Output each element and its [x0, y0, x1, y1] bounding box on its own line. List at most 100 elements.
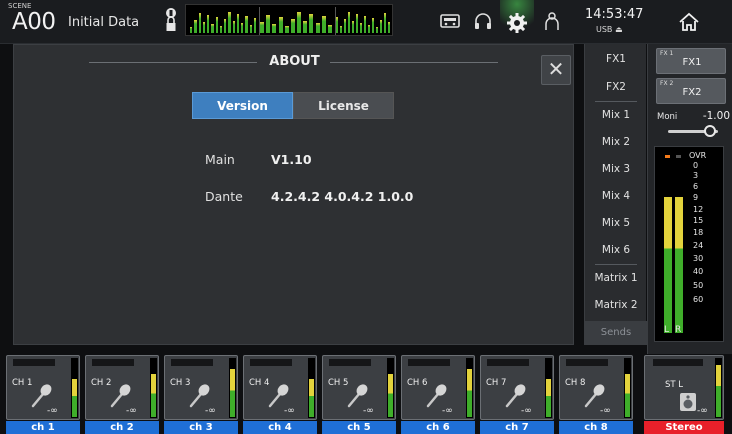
home-icon: [679, 12, 699, 31]
gear-button[interactable]: [500, 0, 534, 42]
sends-tab[interactable]: Sends: [585, 321, 647, 345]
tab-version[interactable]: Version: [192, 92, 293, 119]
mini-meter-bar: [364, 16, 366, 33]
channel-box[interactable]: CH 7 -∞: [480, 355, 554, 420]
send-mix5[interactable]: Mix 5: [585, 210, 647, 237]
microphone-icon: [187, 382, 211, 408]
channel-top-stripe: [13, 359, 55, 366]
channel-4[interactable]: CH 4 -∞ ch 4: [241, 354, 317, 434]
stereo-channel[interactable]: ST L -∞ Stereo: [642, 354, 730, 434]
about-dialog: ABOUT ✕ Version License Main V1.10 Dante…: [13, 44, 574, 345]
channel-7[interactable]: CH 7 -∞ ch 7: [478, 354, 554, 434]
speaker-icon: [680, 393, 696, 411]
send-mix6[interactable]: Mix 6: [585, 237, 647, 264]
mini-meter-bar: [253, 18, 256, 33]
scene-button[interactable]: SCENE A00 Initial Data: [0, 0, 160, 42]
channel-meter-fill: [467, 369, 472, 417]
channel-8[interactable]: CH 8 -∞ ch 8: [557, 354, 633, 434]
mini-meter-bar: [194, 20, 197, 33]
fx1-button[interactable]: FX 1 FX1: [656, 48, 726, 74]
scene-number: A00: [12, 9, 56, 35]
mini-meter-bar: [232, 21, 235, 33]
usb-status: USB ⏏: [596, 25, 623, 34]
dante-version: 4.2.4.2 4.0.4.2 1.0.0: [271, 189, 414, 204]
channel-5[interactable]: CH 5 -∞ ch 5: [320, 354, 396, 434]
lock-icon[interactable]: [165, 6, 177, 36]
tab-license[interactable]: License: [293, 92, 394, 119]
channel-meter: [387, 358, 394, 418]
mini-meter-bar: [211, 24, 214, 33]
channel-box[interactable]: CH 6 -∞: [401, 355, 475, 420]
stereo-channel-meter: [715, 358, 722, 418]
fx2-button[interactable]: FX 2 FX2: [656, 78, 726, 104]
meter-scale-label: 40: [693, 267, 704, 276]
mini-meter-bar: [352, 21, 354, 33]
channel-label[interactable]: ch 1: [6, 421, 80, 434]
close-button[interactable]: ✕: [541, 55, 571, 85]
channel-6[interactable]: CH 6 -∞ ch 6: [399, 354, 475, 434]
mini-meter-bar: [260, 22, 265, 33]
mini-meter-bar: [236, 14, 239, 33]
microphone-icon: [345, 382, 369, 408]
moni-slider-knob[interactable]: [704, 125, 716, 137]
mini-meter-bar: [241, 23, 244, 33]
channel-label[interactable]: ch 4: [243, 421, 317, 434]
channel-top-stripe: [171, 359, 213, 366]
dialog-title: ABOUT: [269, 54, 320, 69]
sends-panel: FX1 FX2 Mix 1 Mix 2 Mix 3 Mix 4 Mix 5 Mi…: [584, 44, 647, 345]
channel-level-value: -∞: [284, 406, 295, 416]
mini-meter-bar: [356, 14, 358, 33]
channel-meter-fill: [625, 374, 630, 417]
channel-label[interactable]: ch 5: [322, 421, 396, 434]
mini-meter-bar: [360, 23, 362, 33]
channel-meter: [229, 358, 236, 418]
microphone-icon: [503, 382, 527, 408]
stereo-meter: OVR 0 3 6 9 12 15 18 24 30 40 50 60 L R: [654, 146, 724, 342]
channel-box[interactable]: CH 5 -∞: [322, 355, 396, 420]
channel-meter-overview[interactable]: [185, 4, 393, 36]
headphones-icon[interactable]: [472, 10, 494, 32]
channel-top-stripe: [329, 359, 371, 366]
send-matrix2[interactable]: Matrix 2: [585, 292, 647, 319]
gear-icon: [507, 13, 527, 33]
channel-3[interactable]: CH 3 -∞ ch 3: [162, 354, 238, 434]
user-icon[interactable]: [541, 10, 563, 32]
send-mix2[interactable]: Mix 2: [585, 129, 647, 156]
channel-box[interactable]: CH 2 -∞: [85, 355, 159, 420]
send-fx1[interactable]: FX1: [585, 46, 647, 73]
mini-meter-bar: [372, 18, 374, 33]
stereo-label[interactable]: Stereo: [644, 421, 724, 434]
mini-meter-bar: [207, 15, 210, 33]
channel-meter-fill: [309, 379, 314, 417]
channel-top-stripe: [653, 359, 703, 366]
channel-label[interactable]: ch 6: [401, 421, 475, 434]
recorder-icon[interactable]: [439, 10, 461, 32]
send-matrix1[interactable]: Matrix 1: [585, 265, 647, 292]
channel-box[interactable]: CH 3 -∞: [164, 355, 238, 420]
channel-level-value: -∞: [600, 406, 611, 416]
channel-top-stripe: [566, 359, 608, 366]
send-mix4[interactable]: Mix 4: [585, 183, 647, 210]
microphone-icon: [582, 382, 606, 408]
channel-box[interactable]: CH 8 -∞: [559, 355, 633, 420]
channel-meter: [150, 358, 157, 418]
microphone-icon: [266, 382, 290, 408]
stereo-channel-name: ST L: [665, 380, 684, 390]
mini-meter-separator: [259, 7, 260, 35]
channel-label[interactable]: ch 8: [559, 421, 633, 434]
channel-meter-fill: [230, 369, 235, 417]
channel-label[interactable]: ch 2: [85, 421, 159, 434]
channel-box[interactable]: CH 4 -∞: [243, 355, 317, 420]
channel-2[interactable]: CH 2 -∞ ch 2: [83, 354, 159, 434]
send-mix3[interactable]: Mix 3: [585, 156, 647, 183]
channel-1[interactable]: CH 1 -∞ ch 1: [4, 354, 80, 434]
stereo-panel: FX 1 FX1 FX 2 FX2 Moni -1.00 OVR 0 3 6 9 12 15…: [647, 44, 732, 354]
stereo-channel-box[interactable]: ST L -∞: [644, 355, 724, 420]
send-mix1[interactable]: Mix 1: [585, 102, 647, 129]
channel-label[interactable]: ch 3: [164, 421, 238, 434]
mini-meter-bar: [388, 22, 390, 33]
send-fx2[interactable]: FX2: [585, 74, 647, 101]
home-button[interactable]: [648, 2, 730, 40]
channel-box[interactable]: CH 1 -∞: [6, 355, 80, 420]
channel-label[interactable]: ch 7: [480, 421, 554, 434]
